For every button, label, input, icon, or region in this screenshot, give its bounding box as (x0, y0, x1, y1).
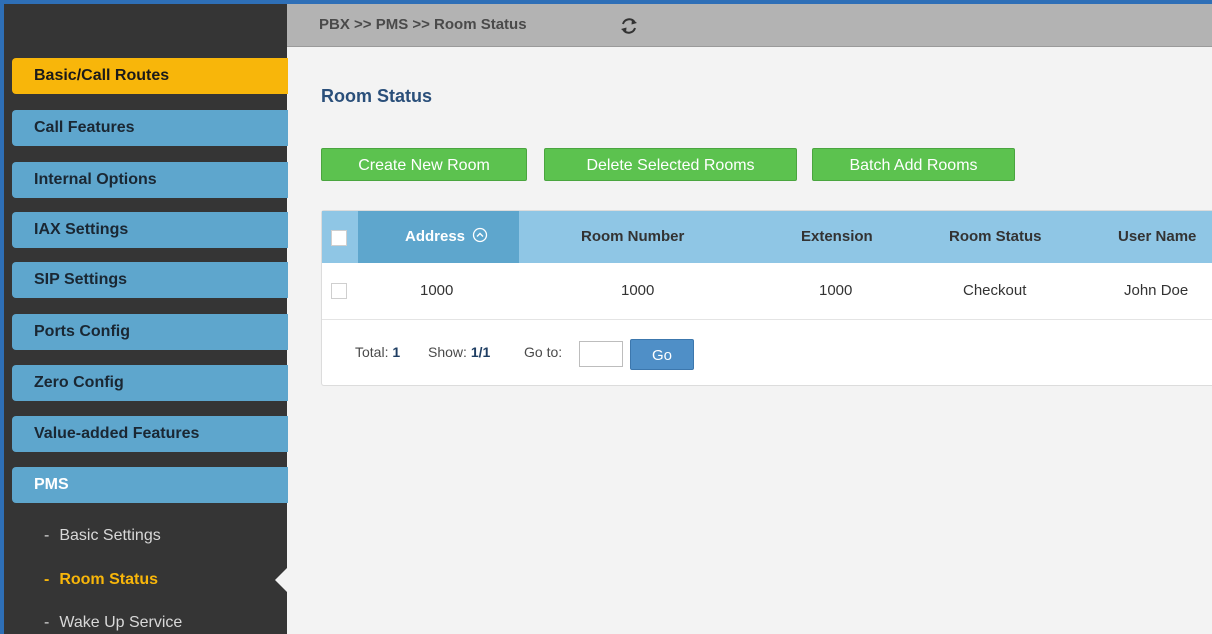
breadcrumb: PBX >> PMS >> Room Status (319, 16, 527, 33)
sort-ascending-icon (473, 227, 488, 243)
topbar: PBX >> PMS >> Room Status (287, 4, 1212, 47)
pagination: Total: 1 Show: 1/1 Go to: Go (322, 319, 1212, 385)
select-all-checkbox[interactable] (331, 230, 347, 246)
batch-add-rooms-button[interactable]: Batch Add Rooms (812, 148, 1015, 181)
delete-selected-rooms-button[interactable]: Delete Selected Rooms (544, 148, 797, 181)
sub-item-dash: - (44, 614, 50, 631)
go-button[interactable]: Go (630, 339, 694, 370)
sidebar-item-value-added-features[interactable]: Value-added Features (12, 416, 288, 452)
column-header-room-status[interactable]: Room Status (949, 211, 1042, 263)
column-header-address[interactable]: Address (405, 211, 488, 263)
total-value: 1 (392, 344, 401, 360)
column-header-label: Address (405, 228, 466, 245)
refresh-icon[interactable] (619, 16, 639, 39)
sidebar-item-call-features[interactable]: Call Features (12, 110, 288, 146)
sidebar-item-internal-options[interactable]: Internal Options (12, 162, 288, 198)
show-label: Show: (428, 344, 467, 360)
sub-item-dash: - (44, 571, 50, 588)
cell-extension: 1000 (819, 282, 853, 299)
room-table: Address Room Number Extension Room Statu… (321, 210, 1212, 386)
column-header-user-name[interactable]: User Name (1118, 211, 1196, 263)
goto-page-input[interactable] (579, 341, 623, 367)
sub-item-dash: - (44, 527, 50, 544)
show-value: 1/1 (470, 344, 491, 360)
column-header-extension[interactable]: Extension (801, 211, 873, 263)
sidebar: Basic/Call Routes Call Features Internal… (4, 4, 288, 634)
sub-item-label: Basic Settings (59, 527, 161, 544)
table-header: Address Room Number Extension Room Statu… (322, 211, 1212, 263)
table-row[interactable]: 1000 1000 1000 Checkout John Doe (322, 263, 1212, 320)
cell-room-number: 1000 (621, 282, 655, 299)
page-title: Room Status (321, 86, 433, 106)
row-checkbox[interactable] (331, 283, 347, 299)
sidebar-subitem-basic-settings[interactable]: - Basic Settings (44, 526, 161, 546)
pagination-show: Show: 1/1 (428, 319, 490, 385)
sub-item-label: Wake Up Service (59, 614, 183, 631)
cell-room-status: Checkout (963, 282, 1027, 299)
create-new-room-button[interactable]: Create New Room (321, 148, 527, 181)
total-label: Total: (355, 344, 389, 360)
app-window: Basic/Call Routes Call Features Internal… (4, 4, 1212, 634)
sidebar-item-zero-config[interactable]: Zero Config (12, 365, 288, 401)
sub-item-label: Room Status (59, 571, 158, 588)
active-pointer-icon (275, 568, 287, 592)
sidebar-item-sip-settings[interactable]: SIP Settings (12, 262, 288, 298)
goto-label: Go to: (524, 344, 563, 360)
sidebar-item-iax-settings[interactable]: IAX Settings (12, 212, 288, 248)
cell-address: 1000 (420, 282, 454, 299)
pagination-total: Total: 1 (355, 319, 400, 385)
cell-user-name: John Doe (1124, 282, 1189, 299)
sidebar-item-pms[interactable]: PMS (12, 467, 288, 503)
column-header-room-number[interactable]: Room Number (581, 211, 684, 263)
sidebar-item-basic-call-routes[interactable]: Basic/Call Routes (12, 58, 288, 94)
sidebar-item-ports-config[interactable]: Ports Config (12, 314, 288, 350)
sidebar-subitem-wake-up-service[interactable]: - Wake Up Service (44, 613, 182, 633)
sidebar-subitem-room-status[interactable]: - Room Status (44, 570, 158, 590)
